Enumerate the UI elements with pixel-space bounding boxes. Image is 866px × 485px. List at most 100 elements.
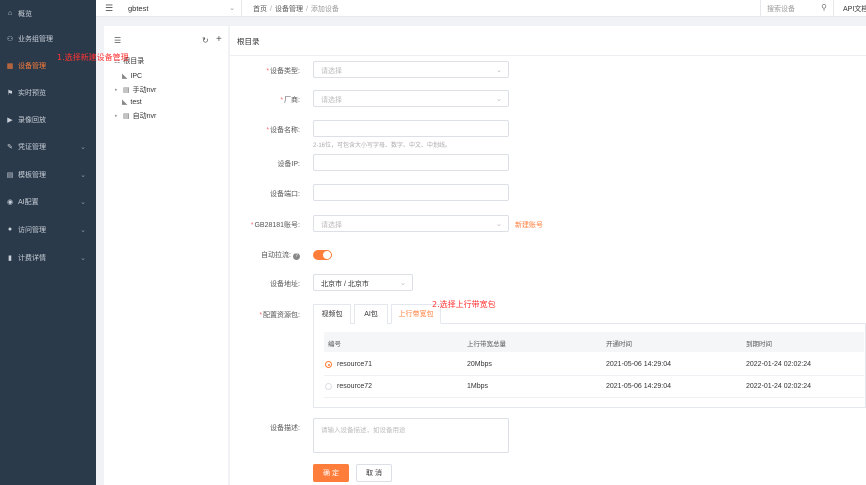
cancel-button[interactable]: 取 消	[356, 464, 392, 482]
tree-node-ipc[interactable]: ◣ IPC	[122, 72, 143, 81]
location-label: 设备地址:	[270, 281, 300, 288]
chevron-down-icon: ⌄	[80, 254, 86, 262]
ai-icon: ◉	[6, 198, 14, 206]
chevron-down-icon: ⌄	[80, 198, 86, 206]
chevron-down-icon: ⌄	[496, 67, 502, 74]
device-search-input[interactable]: 搜索设备 ⚲	[760, 0, 834, 16]
sidebar-item-label: 实时预览	[18, 89, 46, 97]
sidebar-item-label: AI配置	[18, 198, 39, 206]
project-select[interactable]: gbtest ⌄	[120, 0, 242, 16]
tab-video-pack[interactable]: 视频包	[313, 304, 351, 324]
device-port-input[interactable]	[313, 184, 509, 201]
sidebar-item-playback[interactable]: ▶ 录像回放	[0, 106, 96, 133]
column-header: 到期时间	[746, 341, 772, 348]
sidebar-item-label: 凭证管理	[18, 143, 46, 151]
vendor-select[interactable]: 请选择 ⌄	[313, 90, 509, 107]
sidebar-item-templates[interactable]: ▤ 模板管理 ⌄	[0, 161, 96, 188]
annotation-step-2: 2.选择上行带宽包	[432, 300, 496, 309]
tab-ai-pack[interactable]: AI包	[354, 304, 388, 324]
expand-caret-icon[interactable]: ▸	[115, 87, 120, 93]
menu-toggle-icon[interactable]: ☰	[105, 3, 113, 14]
sidebar-item-live-preview[interactable]: ⚑ 实时预览	[0, 79, 96, 106]
search-icon[interactable]: ⚲	[821, 3, 827, 12]
select-placeholder: 请选择	[321, 222, 342, 229]
search-placeholder: 搜索设备	[767, 6, 795, 13]
device-tree-panel: ☰ ↻ + ⚏ 根目录 ◣ IPC ▸ ▤ 手动nvr ◣ test ▸ ▤ 自…	[104, 26, 228, 485]
device-icon: ▦	[6, 62, 14, 70]
sidebar-item-overview[interactable]: ⌂ 概览	[0, 0, 96, 27]
confirm-button[interactable]: 确 定	[313, 464, 349, 482]
sidebar-item-access[interactable]: ● 访问管理 ⌄	[0, 216, 96, 243]
resource-id: resource72	[337, 383, 373, 390]
user-icon: ●	[7, 226, 13, 233]
device-type-select[interactable]: 请选择 ⌄	[313, 61, 509, 78]
breadcrumb-separator: /	[305, 6, 308, 13]
tree-menu-icon[interactable]: ☰	[114, 36, 121, 45]
table-row[interactable]: resource72 1Mbps 2021-05-06 14:29:04 202…	[324, 376, 864, 398]
resource-start-time: 2021-05-06 14:29:04	[606, 383, 671, 390]
breadcrumb-separator: /	[270, 6, 272, 13]
chevron-down-icon: ⌄	[229, 5, 235, 12]
credential-icon: ✎	[7, 143, 13, 151]
breadcrumb: 首页 / 设备管理 / 添加设备	[253, 4, 339, 14]
nvr-icon: ▤	[123, 87, 130, 94]
sidebar-item-credentials[interactable]: ✎ 凭证管理 ⌄	[0, 133, 96, 160]
vendor-label: *厂商:	[280, 97, 300, 104]
expand-caret-icon[interactable]: ▸	[115, 113, 120, 119]
resource-table: 编号 上行带宽总量 开通时间 到期时间 resource71 20Mbps 20…	[313, 324, 866, 408]
tree-node-label: 手动nvr	[132, 87, 157, 94]
video-icon: ▶	[7, 116, 13, 124]
row-radio[interactable]	[325, 361, 332, 368]
breadcrumb-home[interactable]: 首页	[253, 6, 267, 13]
device-ip-input[interactable]	[313, 154, 509, 171]
template-icon: ▤	[6, 171, 14, 179]
breadcrumb-device-management[interactable]: 设备管理	[275, 6, 303, 13]
sidebar-item-label: 计费详情	[18, 254, 46, 262]
sidebar-item-ai-config[interactable]: ◉ AI配置 ⌄	[0, 188, 96, 215]
auto-stream-toggle[interactable]	[313, 250, 332, 260]
tree-node-label: 自动nvr	[132, 113, 157, 120]
add-icon[interactable]: +	[216, 34, 222, 45]
sidebar-item-label: 业务组管理	[18, 35, 53, 43]
chevron-down-icon: ⌄	[496, 221, 502, 228]
location-value: 北京市 / 北京市	[321, 281, 369, 288]
api-doc-link[interactable]: API文档	[843, 4, 866, 14]
resource-start-time: 2021-05-06 14:29:04	[606, 361, 671, 368]
resource-end-time: 2022-01-24 02:02:24	[746, 361, 811, 368]
select-placeholder: 请选择	[321, 97, 342, 104]
sidebar-item-business-group[interactable]: ⚇ 业务组管理	[0, 25, 96, 52]
resource-pack-tabs: 视频包 AI包 上行带宽包	[313, 304, 866, 324]
device-name-hint: 2-16位，可包含大小写字母、数字、中文、中划线。	[313, 143, 452, 149]
column-header: 编号	[328, 341, 341, 348]
resource-id: resource71	[337, 361, 373, 368]
gb-account-select[interactable]: 请选择 ⌄	[313, 215, 509, 232]
device-ip-label: 设备IP:	[277, 161, 300, 168]
tree-node-label: IPC	[130, 72, 143, 80]
device-name-input[interactable]	[313, 120, 509, 137]
dashboard-icon: ⌂	[7, 10, 13, 17]
add-device-panel: 根目录 *设备类型: 请选择 ⌄ *厂商: 请选择 ⌄ *设备名称: 2-16位…	[230, 26, 866, 485]
tree-node-test[interactable]: ◣ test	[122, 98, 142, 107]
column-header: 上行带宽总量	[467, 341, 506, 348]
description-textarea[interactable]: 请输入设备描述，如设备用途	[313, 418, 509, 453]
panel-title: 根目录	[237, 37, 260, 46]
refresh-icon[interactable]: ↻	[202, 36, 209, 45]
table-row[interactable]: resource71 20Mbps 2021-05-06 14:29:04 20…	[324, 354, 864, 376]
table-header: 编号 上行带宽总量 开通时间 到期时间	[324, 332, 864, 352]
sidebar-item-billing[interactable]: ▮ 计费详情 ⌄	[0, 244, 96, 271]
billing-icon: ▮	[8, 254, 12, 262]
tree-node-manual-nvr[interactable]: ▸ ▤ 手动nvr	[115, 85, 156, 95]
nvr-icon: ▤	[123, 113, 130, 120]
tree-node-auto-nvr[interactable]: ▸ ▤ 自动nvr	[115, 111, 156, 121]
device-port-label: 设备端口:	[270, 191, 300, 198]
help-icon[interactable]: ?	[293, 253, 300, 260]
select-placeholder: 请选择	[321, 68, 342, 75]
top-bar: ☰ gbtest ⌄ 首页 / 设备管理 / 添加设备 搜索设备 ⚲ API文档	[96, 0, 866, 17]
textarea-placeholder: 请输入设备描述，如设备用途	[321, 427, 406, 434]
row-radio[interactable]	[325, 383, 332, 390]
new-account-link[interactable]: 新建账号	[515, 220, 543, 230]
location-cascader[interactable]: 北京市 / 北京市 ⌄	[313, 274, 413, 291]
sidebar-item-label: 录像回放	[18, 116, 46, 124]
resource-pack-label: *配置资源包:	[259, 312, 300, 319]
chevron-down-icon: ⌄	[496, 96, 502, 103]
